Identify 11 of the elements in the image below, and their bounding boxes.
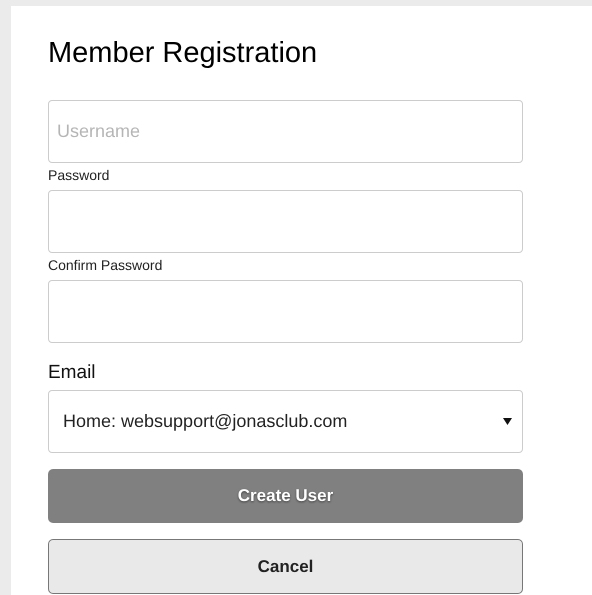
email-select[interactable]: Home: websupport@jonasclub.com: [48, 390, 523, 453]
dropdown-caret-icon: [503, 418, 512, 425]
cancel-button[interactable]: Cancel: [48, 539, 523, 594]
input-field[interactable]: Username: [48, 100, 523, 163]
input-field[interactable]: [48, 280, 523, 343]
create-user-button[interactable]: Create User: [48, 469, 523, 523]
page-title: Member Registration: [48, 36, 318, 70]
field-label: Email: [48, 362, 96, 384]
field-label: Password: [48, 167, 110, 183]
field-label: Confirm Password: [48, 257, 162, 273]
input-field[interactable]: [48, 190, 523, 253]
